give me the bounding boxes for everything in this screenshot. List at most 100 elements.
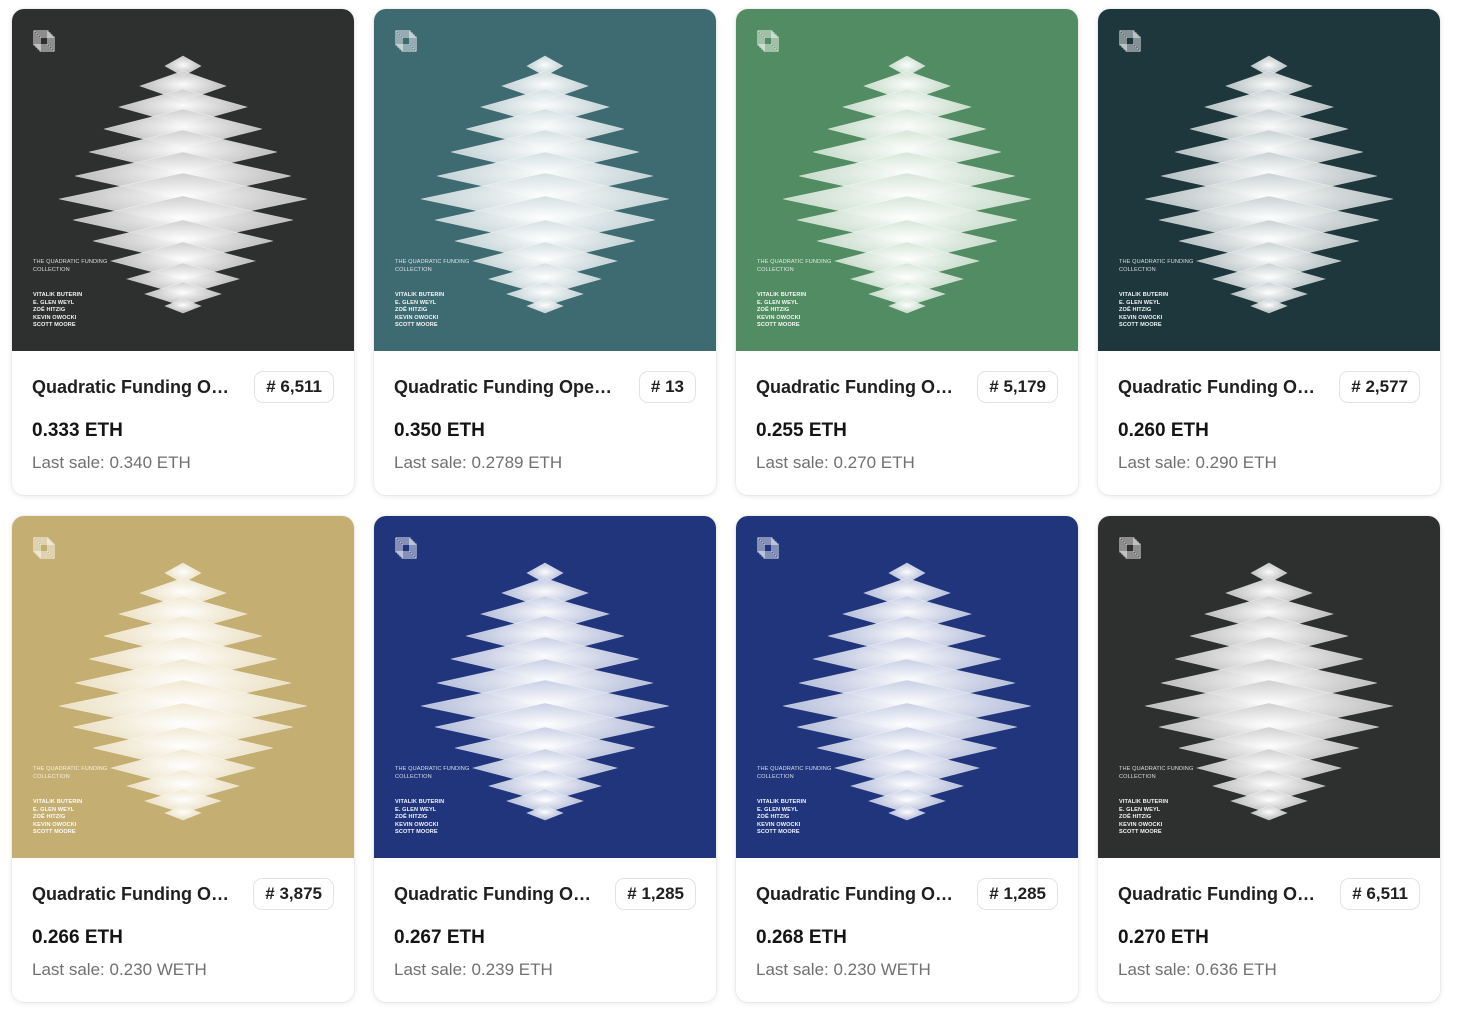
artwork-author-name: VITALIK BUTERIN	[395, 799, 445, 805]
artwork-authors: VITALIK BUTERIN E. GLEN WEYL ZOË HITZIG KEV…	[395, 799, 444, 837]
nft-title[interactable]: Quadratic Funding Open Edition	[1118, 884, 1322, 905]
collection-logo-icon	[1119, 537, 1141, 559]
nft-title[interactable]: Quadratic Funding Open Edition	[394, 377, 620, 398]
collection-logo-icon	[757, 30, 779, 52]
artwork-collection-text: THE QUADRATIC FUNDING COLLECTION	[395, 259, 470, 273]
artwork-author-name: SCOTT MOORE	[1119, 829, 1162, 836]
nft-grid: THE QUADRATIC FUNDING COLLECTION VITALIK …	[0, 0, 1459, 1022]
card-info: Quadratic Funding Open Edition # 13 0.35…	[374, 351, 716, 495]
artwork-author-name: KEVIN OWOCKI	[395, 821, 439, 828]
artwork-authors: VITALIK BUTERIN E. GLEN WEYL ZOË HITZIG KEV…	[395, 292, 444, 330]
artwork-authors: VITALIK BUTERIN E. GLEN WEYL ZOË HITZIG KEV…	[1119, 292, 1168, 330]
artwork-author-name: KEVIN OWOCKI	[1119, 314, 1163, 321]
last-sale: Last sale: 0.340 ETH	[32, 453, 191, 472]
nft-artwork: THE QUADRATIC FUNDING COLLECTION VITALIK …	[736, 9, 1078, 351]
token-id-badge: # 5,179	[977, 371, 1058, 403]
nft-artwork: THE QUADRATIC FUNDING COLLECTION VITALIK …	[12, 516, 354, 858]
artwork-author-name: VITALIK BUTERIN	[395, 292, 445, 298]
nft-title[interactable]: Quadratic Funding Open Edition	[32, 377, 238, 398]
token-id-badge: # 6,511	[1340, 878, 1420, 910]
artwork-author-name: KEVIN OWOCKI	[757, 821, 801, 828]
artwork-author-name: SCOTT MOORE	[395, 322, 438, 329]
nft-price: 0.350 ETH	[394, 420, 485, 441]
last-sale: Last sale: 0.270 ETH	[756, 453, 915, 472]
nft-card[interactable]: THE QUADRATIC FUNDING COLLECTION VITALIK …	[1098, 9, 1440, 495]
artwork-collection-text: THE QUADRATIC FUNDING COLLECTION	[757, 259, 832, 273]
artwork-author-name: ZOË HITZIG	[33, 814, 66, 821]
nft-card[interactable]: THE QUADRATIC FUNDING COLLECTION VITALIK …	[736, 516, 1078, 1002]
artwork-collection-text: THE QUADRATIC FUNDING COLLECTION	[1119, 259, 1194, 273]
collection-logo-icon	[33, 30, 55, 52]
artwork-author-name: SCOTT MOORE	[395, 829, 438, 836]
artwork-authors: VITALIK BUTERIN E. GLEN WEYL ZOË HITZIG KEV…	[33, 292, 82, 330]
nft-price: 0.260 ETH	[1118, 420, 1209, 441]
artwork-author-name: SCOTT MOORE	[757, 829, 800, 836]
nft-artwork: THE QUADRATIC FUNDING COLLECTION VITALIK …	[12, 9, 354, 351]
nft-price: 0.266 ETH	[32, 927, 123, 948]
artwork-author-name: KEVIN OWOCKI	[33, 314, 77, 321]
artwork-author-name: SCOTT MOORE	[757, 322, 800, 329]
nft-title[interactable]: Quadratic Funding Open Edition	[756, 884, 960, 905]
nft-card[interactable]: THE QUADRATIC FUNDING COLLECTION VITALIK …	[374, 516, 716, 1002]
nft-card[interactable]: THE QUADRATIC FUNDING COLLECTION VITALIK …	[1098, 516, 1440, 1002]
artwork-collection-text: THE QUADRATIC FUNDING COLLECTION	[1119, 766, 1194, 780]
nft-title[interactable]: Quadratic Funding Open Edition	[394, 884, 598, 905]
last-sale: Last sale: 0.290 ETH	[1118, 453, 1277, 472]
artwork-author-name: VITALIK BUTERIN	[757, 292, 807, 298]
token-id-badge: # 13	[638, 371, 696, 403]
nft-price: 0.333 ETH	[32, 420, 123, 441]
artwork-author-name: ZOË HITZIG	[395, 814, 428, 821]
last-sale: Last sale: 0.2789 ETH	[394, 453, 563, 472]
nft-title[interactable]: Quadratic Funding Open Edition	[756, 377, 960, 398]
card-info: Quadratic Funding Open Edition # 2,577 0…	[1098, 351, 1440, 495]
token-id-badge: # 3,875	[253, 878, 334, 910]
nft-title[interactable]: Quadratic Funding Open Edition	[1118, 377, 1322, 398]
artwork-authors: VITALIK BUTERIN E. GLEN WEYL ZOË HITZIG KEV…	[1119, 799, 1168, 837]
nft-price: 0.267 ETH	[394, 927, 485, 948]
collection-logo-icon	[1119, 30, 1141, 52]
token-id-badge: # 1,285	[977, 878, 1058, 910]
card-info: Quadratic Funding Open Edition # 1,285 0…	[736, 858, 1078, 1002]
card-info: Quadratic Funding Open Edition # 6,511 0…	[1098, 858, 1440, 1002]
card-info: Quadratic Funding Open Edition # 1,285 0…	[374, 858, 716, 1002]
nft-title[interactable]: Quadratic Funding Open Edition	[32, 884, 236, 905]
last-sale: Last sale: 0.239 ETH	[394, 960, 553, 979]
nft-artwork: THE QUADRATIC FUNDING COLLECTION VITALIK …	[736, 516, 1078, 858]
artwork-collection-text: THE QUADRATIC FUNDING COLLECTION	[757, 766, 832, 780]
token-id-badge: # 6,511	[254, 371, 334, 403]
artwork-author-name: KEVIN OWOCKI	[395, 314, 439, 321]
artwork-author-name: ZOË HITZIG	[757, 814, 790, 821]
artwork-author-name: SCOTT MOORE	[33, 829, 76, 836]
nft-card[interactable]: THE QUADRATIC FUNDING COLLECTION VITALIK …	[12, 516, 354, 1002]
artwork-author-name: VITALIK BUTERIN	[33, 799, 83, 805]
last-sale: Last sale: 0.636 ETH	[1118, 960, 1277, 979]
artwork-author-name: ZOË HITZIG	[757, 307, 790, 314]
artwork-author-name: ZOË HITZIG	[1119, 814, 1152, 821]
artwork-author-name: ZOË HITZIG	[1119, 307, 1152, 314]
nft-artwork: THE QUADRATIC FUNDING COLLECTION VITALIK …	[1098, 9, 1440, 351]
artwork-authors: VITALIK BUTERIN E. GLEN WEYL ZOË HITZIG KEV…	[757, 292, 806, 330]
artwork-authors: VITALIK BUTERIN E. GLEN WEYL ZOË HITZIG KEV…	[757, 799, 806, 837]
nft-price: 0.268 ETH	[756, 927, 847, 948]
token-id-badge: # 2,577	[1339, 371, 1420, 403]
artwork-author-name: VITALIK BUTERIN	[1119, 799, 1169, 805]
card-info: Quadratic Funding Open Edition # 6,511 0…	[12, 351, 354, 495]
artwork-author-name: VITALIK BUTERIN	[1119, 292, 1169, 298]
artwork-author-name: KEVIN OWOCKI	[1119, 821, 1163, 828]
nft-card[interactable]: THE QUADRATIC FUNDING COLLECTION VITALIK …	[12, 9, 354, 495]
artwork-authors: VITALIK BUTERIN E. GLEN WEYL ZOË HITZIG KEV…	[33, 799, 82, 837]
last-sale: Last sale: 0.230 WETH	[756, 960, 931, 979]
card-info: Quadratic Funding Open Edition # 3,875 0…	[12, 858, 354, 1002]
artwork-author-name: VITALIK BUTERIN	[33, 292, 83, 298]
nft-price: 0.255 ETH	[756, 420, 847, 441]
collection-logo-icon	[395, 537, 417, 559]
nft-price: 0.270 ETH	[1118, 927, 1209, 948]
collection-logo-icon	[757, 537, 779, 559]
nft-artwork: THE QUADRATIC FUNDING COLLECTION VITALIK …	[1098, 516, 1440, 858]
artwork-collection-text: THE QUADRATIC FUNDING COLLECTION	[395, 766, 470, 780]
nft-card[interactable]: THE QUADRATIC FUNDING COLLECTION VITALIK …	[374, 9, 716, 495]
collection-logo-icon	[395, 30, 417, 52]
artwork-author-name: VITALIK BUTERIN	[757, 799, 807, 805]
nft-card[interactable]: THE QUADRATIC FUNDING COLLECTION VITALIK …	[736, 9, 1078, 495]
artwork-author-name: SCOTT MOORE	[1119, 322, 1162, 329]
